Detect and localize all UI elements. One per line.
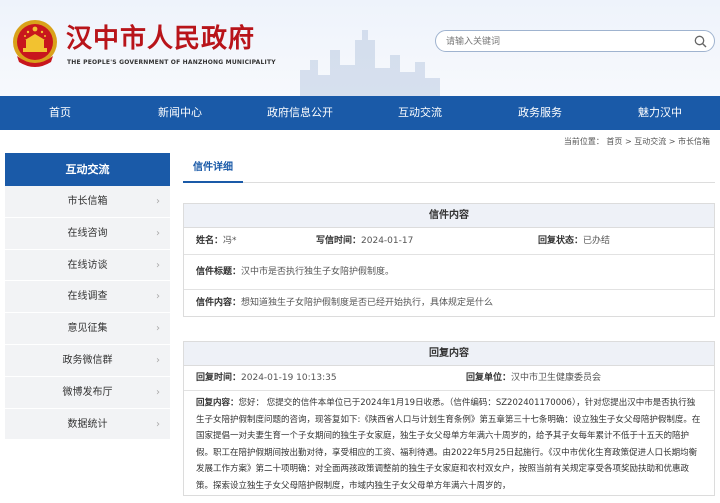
reply-panel: 回复内容 回复时间：2024-01-19 10:13:35 回复单位：汉中市卫生… bbox=[183, 341, 715, 496]
tab-letter-detail[interactable]: 信件详细 bbox=[183, 153, 243, 183]
body-label: 信件内容： bbox=[196, 298, 242, 308]
letter-body: 信件内容：想知道独生子女陪护假制度是否已经开始执行，具体规定是什么 bbox=[184, 290, 505, 316]
skyline-decoration-icon bbox=[300, 30, 440, 96]
sidebar-item-label: 微博发布厅 bbox=[62, 386, 113, 398]
reply-meta-row: 回复时间：2024-01-19 10:13:35 回复单位：汉中市卫生健康委员会 bbox=[184, 366, 714, 391]
nav-item-services[interactable]: 政务服务 bbox=[480, 96, 600, 130]
status-value: 已办结 bbox=[583, 236, 611, 246]
sidebar-item-statistics[interactable]: 数据统计 › bbox=[5, 408, 170, 441]
name-label: 姓名： bbox=[196, 236, 224, 246]
letter-subject-row: 信件标题：汉中市是否执行独生子女陪护假制度。 bbox=[184, 255, 714, 290]
reply-unit-label: 回复单位： bbox=[466, 373, 512, 383]
chevron-right-icon: › bbox=[156, 418, 160, 430]
site-header: 汉中市人民政府 THE PEOPLE'S GOVERNMENT OF HANZH… bbox=[0, 0, 720, 96]
sidebar-item-label: 在线调查 bbox=[67, 291, 108, 303]
sidebar-item-label: 意见征集 bbox=[67, 323, 108, 335]
chevron-right-icon: › bbox=[156, 227, 160, 239]
sidebar: 互动交流 市长信箱 › 在线咨询 › 在线访谈 › 在线调查 › 意见征集 › 政务微信群… bbox=[5, 153, 170, 441]
main-content: 信件详细 信件内容 姓名：冯* 写信时间：2024-01-17 回复状态：已办结… bbox=[183, 153, 715, 496]
nav-item-interaction[interactable]: 互动交流 bbox=[360, 96, 480, 130]
reply-unit-value: 汉中市卫生健康委员会 bbox=[511, 373, 602, 383]
chevron-right-icon: › bbox=[156, 259, 160, 271]
sidebar-item-wechat-group[interactable]: 政务微信群 › bbox=[5, 344, 170, 377]
national-emblem-icon bbox=[13, 20, 57, 67]
nav-item-home[interactable]: 首页 bbox=[0, 96, 120, 130]
reply-time: 回复时间：2024-01-19 10:13:35 bbox=[184, 366, 454, 390]
letter-subject: 信件标题：汉中市是否执行独生子女陪护假制度。 bbox=[184, 255, 406, 289]
search-box bbox=[435, 30, 715, 52]
chevron-right-icon: › bbox=[156, 196, 160, 207]
sidebar-item-online-consult[interactable]: 在线咨询 › bbox=[5, 217, 170, 250]
nav-item-charm[interactable]: 魅力汉中 bbox=[600, 96, 720, 130]
letter-name: 姓名：冯* bbox=[184, 228, 304, 254]
chevron-right-icon: › bbox=[156, 291, 160, 303]
chevron-right-icon: › bbox=[156, 323, 160, 335]
sidebar-item-label: 在线咨询 bbox=[67, 227, 108, 239]
search-input[interactable] bbox=[446, 34, 686, 49]
chevron-right-icon: › bbox=[156, 386, 160, 398]
subject-value: 汉中市是否执行独生子女陪护假制度。 bbox=[241, 267, 395, 277]
reply-body-label: 回复内容： bbox=[196, 398, 239, 408]
sidebar-item-label: 市长信箱 bbox=[67, 196, 108, 207]
tab-bar: 信件详细 bbox=[183, 153, 715, 183]
site-subtitle: THE PEOPLE'S GOVERNMENT OF HANZHONG MUNI… bbox=[67, 59, 276, 66]
sidebar-item-online-survey[interactable]: 在线调查 › bbox=[5, 281, 170, 314]
sidebar-title: 互动交流 bbox=[5, 153, 170, 186]
letter-panel-title: 信件内容 bbox=[184, 204, 714, 228]
date-value: 2024-01-17 bbox=[361, 236, 414, 246]
status-label: 回复状态： bbox=[538, 236, 584, 246]
chevron-right-icon: › bbox=[156, 354, 160, 366]
sidebar-item-label: 政务微信群 bbox=[62, 354, 113, 366]
reply-unit: 回复单位：汉中市卫生健康委员会 bbox=[454, 366, 714, 390]
name-value: 冯* bbox=[223, 236, 237, 246]
sidebar-item-mayor-mailbox[interactable]: 市长信箱 › bbox=[5, 186, 170, 218]
subject-label: 信件标题： bbox=[196, 267, 242, 277]
main-nav: 首页 新闻中心 政府信息公开 互动交流 政务服务 魅力汉中 bbox=[0, 96, 720, 130]
body-value: 想知道独生子女陪护假制度是否已经开始执行，具体规定是什么 bbox=[241, 298, 494, 308]
date-label: 写信时间： bbox=[316, 236, 362, 246]
sidebar-item-weibo-hall[interactable]: 微博发布厅 › bbox=[5, 376, 170, 409]
sidebar-item-label: 数据统计 bbox=[67, 418, 108, 430]
letter-status: 回复状态：已办结 bbox=[526, 228, 714, 254]
nav-item-news[interactable]: 新闻中心 bbox=[120, 96, 240, 130]
letter-panel: 信件内容 姓名：冯* 写信时间：2024-01-17 回复状态：已办结 信件标题… bbox=[183, 203, 715, 317]
site-title: 汉中市人民政府 bbox=[66, 24, 256, 54]
search-icon[interactable] bbox=[694, 35, 707, 48]
nav-item-gov-info[interactable]: 政府信息公开 bbox=[240, 96, 360, 130]
reply-time-value: 2024-01-19 10:13:35 bbox=[241, 373, 337, 383]
reply-time-label: 回复时间： bbox=[196, 373, 242, 383]
letter-body-row: 信件内容：想知道独生子女陪护假制度是否已经开始执行，具体规定是什么 bbox=[184, 290, 714, 316]
letter-meta-row: 姓名：冯* 写信时间：2024-01-17 回复状态：已办结 bbox=[184, 228, 714, 255]
reply-panel-title: 回复内容 bbox=[184, 342, 714, 366]
sidebar-item-online-interview[interactable]: 在线访谈 › bbox=[5, 249, 170, 282]
sidebar-item-opinion[interactable]: 意见征集 › bbox=[5, 313, 170, 345]
sidebar-item-label: 在线访谈 bbox=[67, 259, 108, 271]
reply-body: 回复内容：您好： 您提交的信件本单位已于2024年1月19日收悉。（信件编码：S… bbox=[184, 391, 714, 495]
breadcrumb: 当前位置： 首页 > 互动交流 > 市长信箱 bbox=[563, 137, 710, 146]
letter-date: 写信时间：2024-01-17 bbox=[304, 228, 526, 254]
reply-body-value: 您好： 您提交的信件本单位已于2024年1月19日收悉。（信件编码：SZ2024… bbox=[196, 398, 701, 491]
